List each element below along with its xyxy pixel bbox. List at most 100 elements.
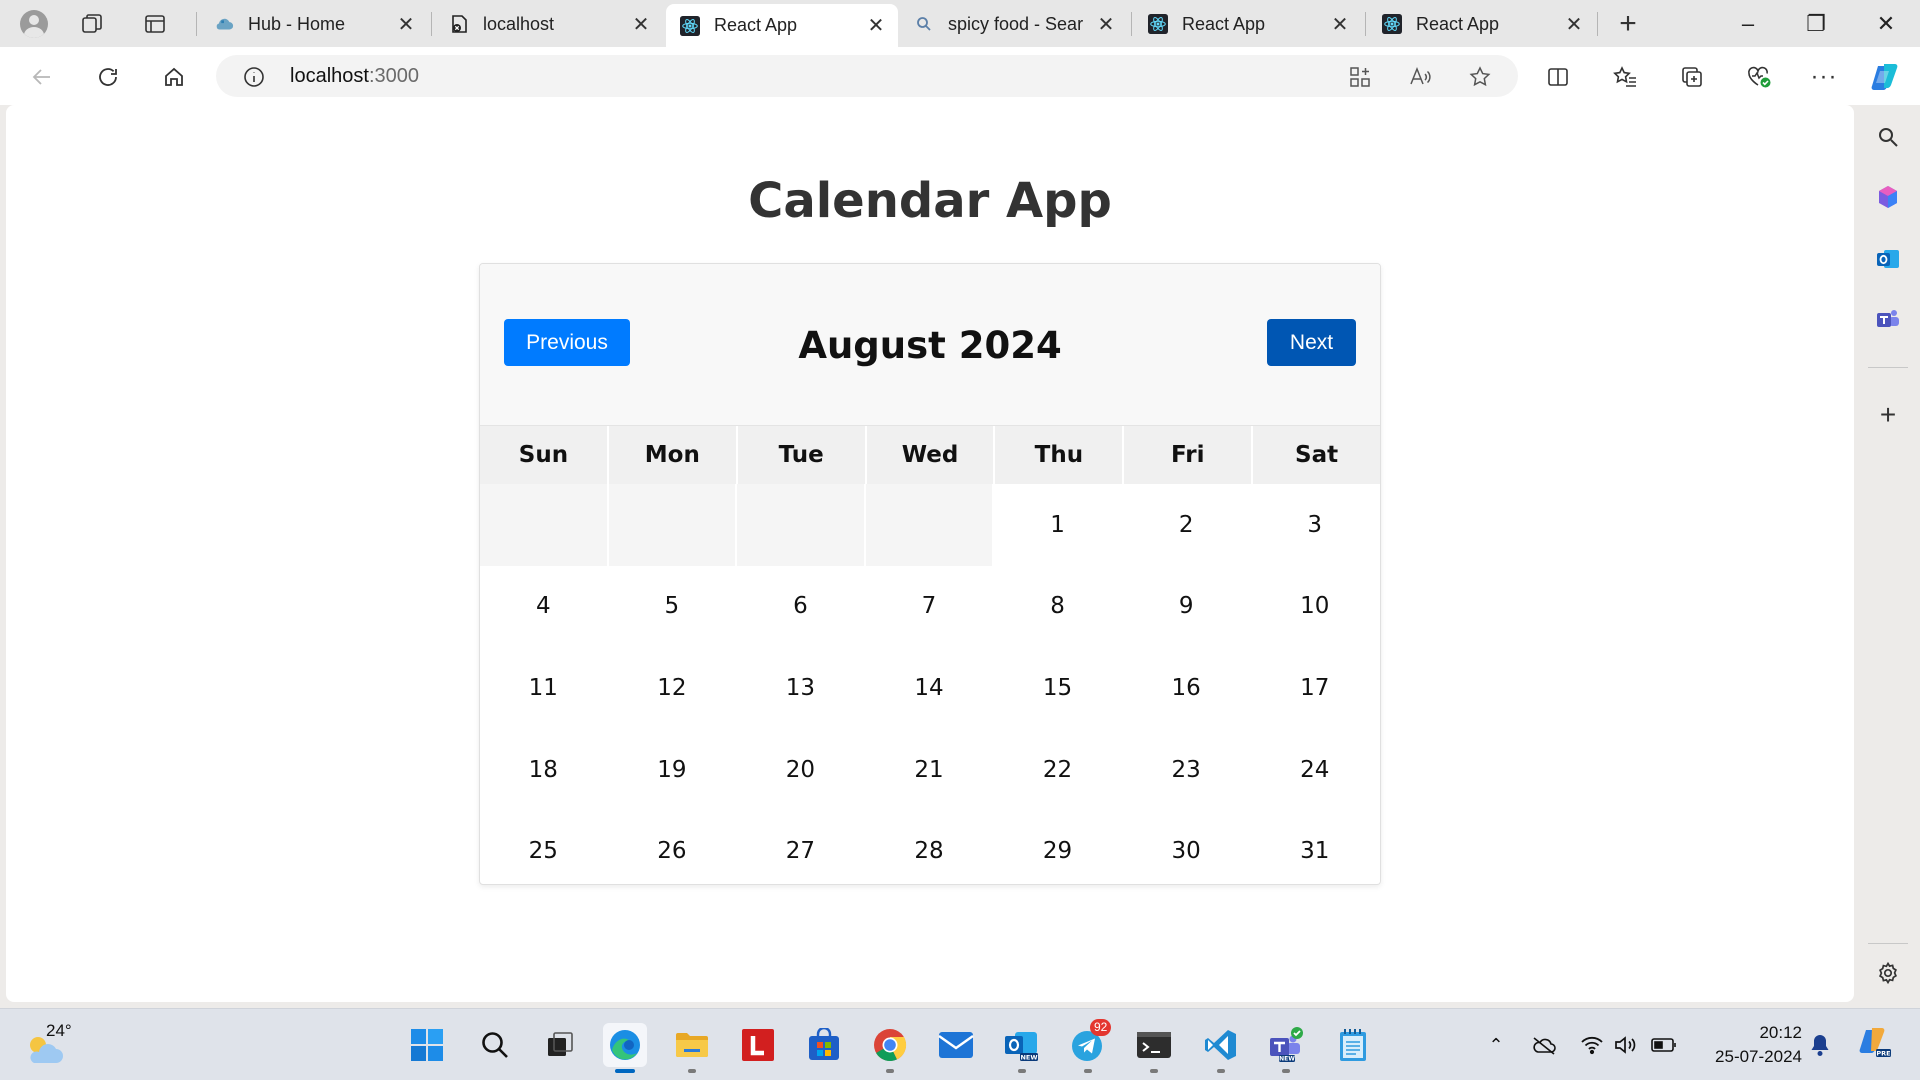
calendar-empty-cell xyxy=(480,484,609,566)
microsoft-store-icon[interactable] xyxy=(802,1023,846,1067)
calendar-day-cell[interactable]: 1 xyxy=(994,484,1123,566)
outlook-new-icon[interactable]: NEW xyxy=(1000,1023,1044,1073)
calendar-day-cell[interactable]: 6 xyxy=(737,565,866,648)
calendar-day-cell[interactable]: 18 xyxy=(480,728,609,811)
tab-spicy-food-search[interactable]: spicy food - Sear ✕ xyxy=(900,5,1128,43)
sidebar-add-icon[interactable]: + xyxy=(1870,397,1906,433)
tab-title: React App xyxy=(1416,13,1500,34)
tab-react-app-active[interactable]: React App ✕ xyxy=(666,4,898,47)
calendar-day-cell[interactable]: 22 xyxy=(994,728,1123,811)
calendar-day-cell[interactable]: 4 xyxy=(480,565,609,648)
calendar-day-cell[interactable]: 2 xyxy=(1123,484,1252,566)
tab-close-icon[interactable]: ✕ xyxy=(1096,14,1116,36)
onedrive-cloud-icon[interactable] xyxy=(1530,1031,1558,1059)
calendar-day-cell[interactable]: 30 xyxy=(1123,810,1252,884)
weekday-fri: Fri xyxy=(1124,426,1254,484)
calendar-day-cell[interactable]: 3 xyxy=(1251,484,1380,566)
back-arrow-icon[interactable] xyxy=(24,59,60,95)
tab-close-icon[interactable]: ✕ xyxy=(1564,14,1584,36)
calendar-day-cell[interactable]: 20 xyxy=(737,728,866,811)
edge-icon[interactable] xyxy=(603,1023,647,1073)
calendar-day-cell[interactable]: 21 xyxy=(866,728,995,811)
workspaces-icon[interactable] xyxy=(74,6,110,42)
favorites-icon[interactable] xyxy=(1607,59,1643,95)
site-info-icon[interactable] xyxy=(240,63,268,91)
minimize-button[interactable]: – xyxy=(1714,0,1782,47)
calendar-day-cell[interactable]: 16 xyxy=(1123,647,1252,729)
profile-avatar-icon[interactable] xyxy=(16,6,52,42)
calendar-day-cell[interactable]: 25 xyxy=(480,810,609,884)
tab-actions-icon[interactable] xyxy=(137,6,173,42)
tab-close-icon[interactable]: ✕ xyxy=(396,14,416,36)
sidebar-m365-icon[interactable] xyxy=(1870,179,1906,215)
calendar-day-cell[interactable]: 7 xyxy=(866,565,995,648)
wifi-icon[interactable] xyxy=(1578,1031,1606,1059)
address-bar[interactable]: localhost:3000 xyxy=(216,55,1518,97)
calendar-day-cell[interactable]: 10 xyxy=(1251,565,1380,648)
calendar-day-cell[interactable]: 15 xyxy=(994,647,1123,729)
tab-close-icon[interactable]: ✕ xyxy=(631,14,651,36)
lastpass-icon[interactable] xyxy=(736,1023,780,1067)
tab-localhost[interactable]: localhost ✕ xyxy=(435,5,663,43)
split-screen-icon[interactable] xyxy=(1540,59,1576,95)
new-tab-button[interactable]: + xyxy=(1610,6,1646,42)
browser-essentials-icon[interactable] xyxy=(1741,59,1777,95)
more-options-icon[interactable]: ··· xyxy=(1806,59,1842,95)
calendar-day-cell[interactable]: 23 xyxy=(1123,728,1252,811)
file-explorer-icon[interactable] xyxy=(670,1023,714,1073)
calendar-day-cell[interactable]: 29 xyxy=(994,810,1123,884)
notepad-icon[interactable] xyxy=(1331,1023,1375,1067)
teams-new-icon[interactable]: NEW xyxy=(1264,1023,1308,1073)
calendar-day-cell[interactable]: 5 xyxy=(609,565,738,648)
home-icon[interactable] xyxy=(156,59,192,95)
tab-close-icon[interactable]: ✕ xyxy=(866,15,886,37)
calendar-day-cell[interactable]: 31 xyxy=(1251,810,1380,884)
calendar-day-cell[interactable]: 26 xyxy=(609,810,738,884)
calendar-day-cell[interactable]: 24 xyxy=(1251,728,1380,811)
system-clock[interactable]: 20:12 25-07-2024 xyxy=(1692,1021,1802,1069)
calendar-day-cell[interactable]: 17 xyxy=(1251,647,1380,729)
next-month-button[interactable]: Next xyxy=(1267,319,1356,366)
calendar-day-cell[interactable]: 27 xyxy=(737,810,866,884)
calendar-day-cell[interactable]: 9 xyxy=(1123,565,1252,648)
tab-close-icon[interactable]: ✕ xyxy=(1330,14,1350,36)
tab-hub-home[interactable]: Hub - Home ✕ xyxy=(200,5,428,43)
calendar-day-cell[interactable]: 8 xyxy=(994,565,1123,648)
svg-text:NEW: NEW xyxy=(1279,1056,1295,1063)
calendar-day-cell[interactable]: 14 xyxy=(866,647,995,729)
telegram-icon[interactable]: 92 xyxy=(1066,1019,1112,1073)
weather-widget[interactable]: 24° xyxy=(24,1021,74,1069)
calendar-day-cell[interactable]: 12 xyxy=(609,647,738,729)
sidebar-outlook-icon[interactable] xyxy=(1870,241,1906,277)
terminal-icon[interactable] xyxy=(1132,1023,1176,1073)
close-window-button[interactable]: ✕ xyxy=(1852,0,1920,47)
windows-start-icon[interactable] xyxy=(405,1023,449,1067)
mail-icon[interactable] xyxy=(934,1023,978,1067)
read-aloud-icon[interactable] xyxy=(1406,63,1434,91)
show-hidden-icons-chevron-icon[interactable]: ⌃ xyxy=(1482,1031,1510,1059)
notification-bell-icon[interactable] xyxy=(1806,1031,1834,1059)
chrome-icon[interactable] xyxy=(868,1023,912,1073)
sidebar-search-icon[interactable] xyxy=(1870,119,1906,155)
copilot-preview-icon[interactable]: PRE xyxy=(1856,1025,1892,1061)
calendar-day-cell[interactable]: 28 xyxy=(866,810,995,884)
collections-icon[interactable] xyxy=(1674,59,1710,95)
calendar-day-cell[interactable]: 11 xyxy=(480,647,609,729)
refresh-icon[interactable] xyxy=(90,59,126,95)
task-view-icon[interactable] xyxy=(538,1023,582,1067)
restore-button[interactable]: ❐ xyxy=(1782,0,1850,47)
copilot-icon[interactable] xyxy=(1868,59,1904,95)
sidebar-settings-gear-icon[interactable] xyxy=(1870,955,1906,991)
favorite-star-icon[interactable] xyxy=(1466,63,1494,91)
tab-react-app[interactable]: React App ✕ xyxy=(1134,5,1362,43)
tab-react-app[interactable]: React App ✕ xyxy=(1368,5,1596,43)
volume-icon[interactable] xyxy=(1612,1031,1640,1059)
calendar-empty-cell xyxy=(737,484,866,566)
vscode-icon[interactable] xyxy=(1199,1023,1243,1073)
sidebar-teams-icon[interactable] xyxy=(1870,301,1906,337)
calendar-day-cell[interactable]: 13 xyxy=(737,647,866,729)
battery-icon[interactable] xyxy=(1650,1031,1678,1059)
app-available-icon[interactable] xyxy=(1346,63,1374,91)
taskbar-search-icon[interactable] xyxy=(473,1023,517,1067)
calendar-day-cell[interactable]: 19 xyxy=(609,728,738,811)
